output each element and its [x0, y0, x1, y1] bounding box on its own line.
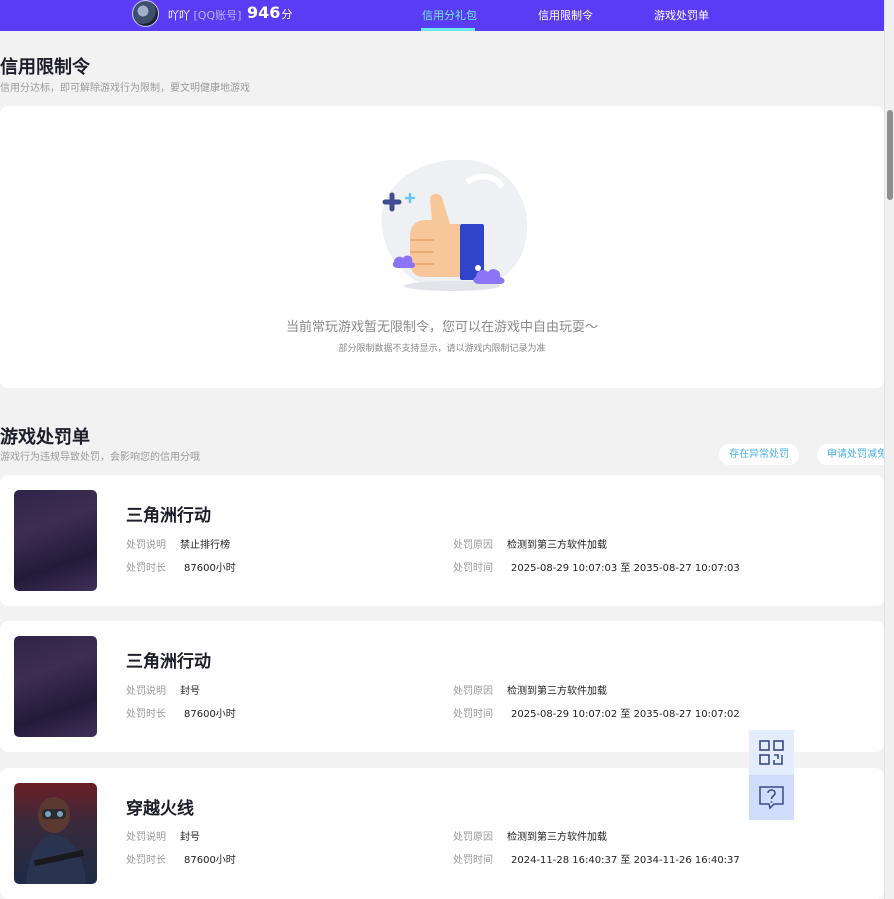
- abnormal-penalty-button[interactable]: 存在异常处罚: [719, 444, 799, 465]
- penalty-desc: 封号: [180, 686, 200, 697]
- penalty-card: 三角洲行动 处罚说明 禁止排行榜 处罚时长 87600小时 处罚原因 检测到第三…: [0, 475, 884, 606]
- tab-game-penalty[interactable]: 游戏处罚单: [654, 7, 709, 23]
- apply-penalty-reduction-button[interactable]: 申请处罚减免: [817, 444, 884, 465]
- game-thumbnail: [14, 636, 97, 737]
- credit-score: 946分: [247, 3, 292, 22]
- restriction-title: 信用限制令: [0, 57, 90, 78]
- thumbs-up-illustration: [381, 159, 528, 291]
- restriction-subtitle: 信用分达标，即可解除游戏行为限制，要文明健康地游戏: [0, 83, 250, 94]
- label-penalty-duration: 处罚时长: [126, 563, 166, 574]
- top-bar: 吖吖 [QQ账号] 946分 信用分礼包 信用限制令 游戏处罚单: [0, 0, 884, 31]
- score-value: 946: [247, 3, 281, 22]
- user-name: 吖吖 [QQ账号]: [168, 7, 241, 23]
- label-penalty-time: 处罚时间: [453, 855, 493, 866]
- floating-toolbar: [749, 730, 794, 820]
- restriction-empty-message: 当前常玩游戏暂无限制令，您可以在游戏中自由玩耍～: [285, 320, 598, 335]
- label-penalty-desc: 处罚说明: [126, 832, 166, 843]
- help-chat-icon: [759, 786, 784, 810]
- label-penalty-duration: 处罚时长: [126, 709, 166, 720]
- tab-credit-restriction[interactable]: 信用限制令: [538, 7, 593, 23]
- penalty-time: 2025-08-29 10:07:03 至 2035-08-27 10:07:0…: [511, 563, 740, 574]
- penalty-reason: 检测到第三方软件加载: [507, 540, 607, 551]
- page-scrollbar[interactable]: [884, 0, 894, 899]
- label-penalty-reason: 处罚原因: [453, 832, 493, 843]
- penalty-duration: 87600小时: [184, 563, 236, 574]
- account-type: [QQ账号]: [193, 9, 242, 22]
- penalty-time: 2025-08-29 10:07:02 至 2035-08-27 10:07:0…: [511, 709, 740, 720]
- label-penalty-duration: 处罚时长: [126, 855, 166, 866]
- penalty-title: 游戏处罚单: [0, 427, 90, 448]
- penalty-time: 2024-11-28 16:40:37 至 2034-11-26 16:40:3…: [511, 855, 740, 866]
- penalty-desc: 封号: [180, 832, 200, 843]
- username-text: 吖吖: [168, 9, 190, 22]
- score-unit: 分: [281, 8, 293, 21]
- label-penalty-time: 处罚时间: [453, 709, 493, 720]
- penalty-duration: 87600小时: [184, 709, 236, 720]
- penalty-desc: 禁止排行榜: [180, 540, 230, 551]
- help-button[interactable]: [749, 775, 794, 820]
- avatar[interactable]: [132, 0, 159, 27]
- qr-code-button[interactable]: [749, 730, 794, 775]
- game-thumbnail: [14, 783, 97, 884]
- game-name: 三角洲行动: [126, 652, 211, 672]
- penalty-subtitle: 游戏行为违规导致处罚，会影响您的信用分哦: [0, 452, 200, 463]
- game-name: 三角洲行动: [126, 506, 211, 526]
- label-penalty-reason: 处罚原因: [453, 686, 493, 697]
- scrollbar-thumb[interactable]: [887, 110, 893, 200]
- label-penalty-time: 处罚时间: [453, 563, 493, 574]
- label-penalty-desc: 处罚说明: [126, 686, 166, 697]
- penalty-reason: 检测到第三方软件加载: [507, 686, 607, 697]
- penalty-duration: 87600小时: [184, 855, 236, 866]
- penalty-reason: 检测到第三方软件加载: [507, 832, 607, 843]
- label-penalty-reason: 处罚原因: [453, 540, 493, 551]
- game-name: 穿越火线: [126, 799, 194, 819]
- soldier-image: [26, 797, 86, 884]
- restriction-empty-card: 当前常玩游戏暂无限制令，您可以在游戏中自由玩耍～ 部分限制数据不支持显示，请以游…: [0, 106, 884, 388]
- qr-code-icon: [759, 740, 784, 765]
- tab-active-underline: [421, 28, 475, 31]
- restriction-empty-note: 部分限制数据不支持显示，请以游戏内限制记录为准: [338, 344, 546, 354]
- tab-credit-gift[interactable]: 信用分礼包: [422, 7, 477, 23]
- label-penalty-desc: 处罚说明: [126, 540, 166, 551]
- game-thumbnail: [14, 490, 97, 591]
